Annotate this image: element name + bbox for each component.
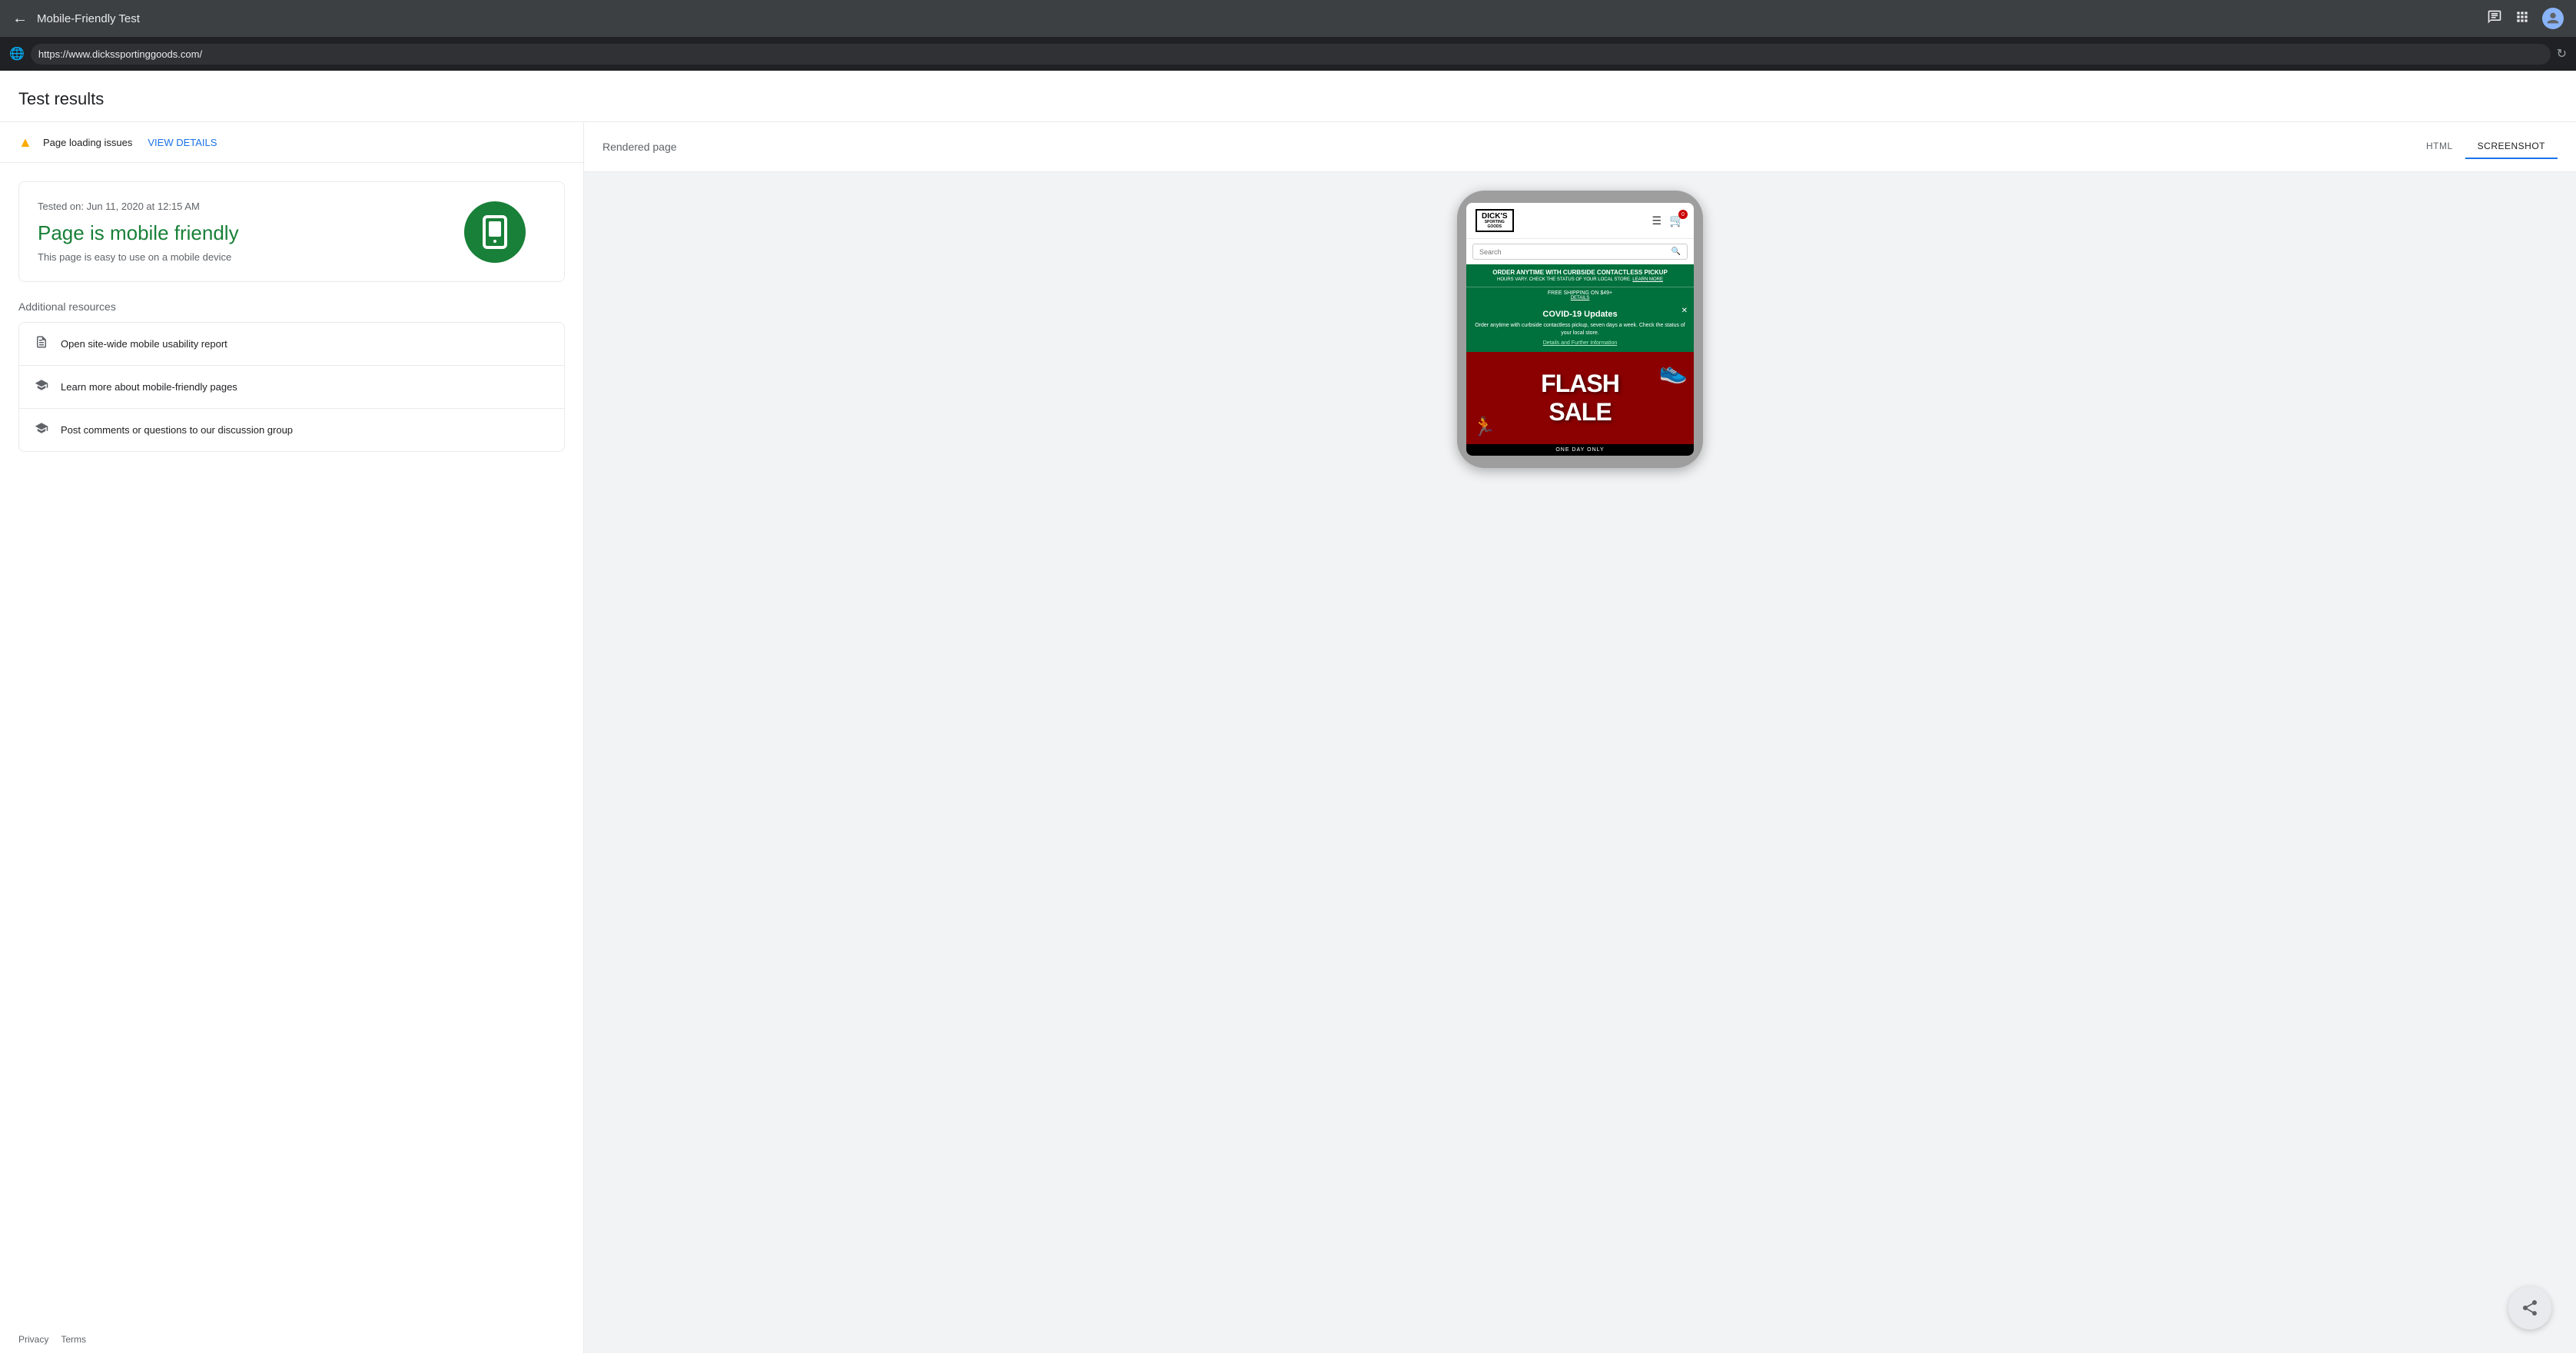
phone-area: DICK'S SPORTING GOODS ☰ 🛒 0 [584, 172, 2576, 1353]
url-input[interactable] [31, 44, 2551, 65]
toolbar: ← Mobile-Friendly Test [0, 0, 2576, 37]
phone-screen: DICK'S SPORTING GOODS ☰ 🛒 0 [1466, 203, 1694, 456]
cart-icon[interactable]: 🛒 0 [1669, 213, 1685, 228]
flash-person: 🏃 [1472, 416, 1495, 438]
view-details-link[interactable]: VIEW DETAILS [148, 137, 217, 148]
dicks-nav-icons: ☰ 🛒 0 [1652, 213, 1685, 228]
avatar[interactable] [2542, 8, 2564, 29]
mobile-friendly-icon [464, 201, 526, 263]
alert-bar: Page loading issues VIEW DETAILS [0, 122, 583, 163]
resource-list: Open site-wide mobile usability report L… [18, 322, 565, 452]
dicks-covid-banner: ✕ COVID-19 Updates Order anytime with cu… [1466, 304, 1694, 352]
rendered-header: Rendered page HTML SCREENSHOT [584, 122, 2576, 172]
curbside-sub: HOURS VARY. CHECK THE STATUS OF YOUR LOC… [1472, 277, 1688, 282]
dicks-search-input[interactable] [1479, 248, 1671, 256]
warning-icon [18, 134, 34, 150]
phone-device: DICK'S SPORTING GOODS ☰ 🛒 0 [1457, 191, 1703, 468]
result-info: Tested on: Jun 11, 2020 at 12:15 AM Page… [19, 182, 426, 281]
url-bar: 🌐 ↻ [0, 37, 2576, 71]
learn-icon [35, 378, 48, 396]
share-fab[interactable] [2508, 1286, 2551, 1329]
toolbar-icons [2487, 8, 2564, 29]
tab-buttons: HTML SCREENSHOT [2414, 134, 2558, 159]
apps-icon[interactable] [2515, 9, 2530, 28]
main-content: Test results Page loading issues VIEW DE… [0, 71, 2576, 1354]
toolbar-title: Mobile-Friendly Test [37, 12, 2478, 25]
privacy-link[interactable]: Privacy [18, 1334, 48, 1345]
additional-resources-title: Additional resources [18, 300, 565, 313]
resource-item-discuss[interactable]: Post comments or questions to our discus… [19, 409, 564, 451]
feedback-icon[interactable] [2487, 9, 2502, 28]
resource-item-usability[interactable]: Open site-wide mobile usability report [19, 323, 564, 366]
alert-text: Page loading issues [43, 137, 132, 148]
result-icon-area [426, 182, 564, 281]
tab-html[interactable]: HTML [2414, 134, 2465, 159]
report-icon [35, 335, 48, 353]
back-button[interactable]: ← [12, 10, 28, 28]
discuss-icon [35, 421, 48, 439]
dicks-one-day: ONE DAY ONLY [1466, 444, 1694, 456]
resource-text-usability: Open site-wide mobile usability report [61, 338, 227, 350]
content-split: Page loading issues VIEW DETAILS Tested … [0, 122, 2576, 1353]
right-panel: Rendered page HTML SCREENSHOT DICK'S SPO… [584, 122, 2576, 1353]
covid-text: Order anytime with curbside contactless … [1472, 322, 1688, 337]
hamburger-icon[interactable]: ☰ [1652, 214, 1662, 227]
resource-text-learn: Learn more about mobile-friendly pages [61, 381, 237, 393]
tab-screenshot[interactable]: SCREENSHOT [2465, 134, 2558, 159]
rendered-page-title: Rendered page [603, 141, 677, 153]
result-status: Page is mobile friendly [38, 221, 407, 245]
result-date: Tested on: Jun 11, 2020 at 12:15 AM [38, 201, 407, 212]
flash-sale-title: FLASH SALE [1541, 370, 1619, 426]
dicks-logo: DICK'S SPORTING GOODS [1476, 209, 1514, 232]
page-footer: Privacy Terms [0, 1325, 105, 1354]
learn-more-link[interactable]: LEARN MORE [1632, 277, 1663, 282]
page-title: Test results [18, 89, 2558, 121]
dicks-curbside-banner: ORDER ANYTIME WITH CURBSIDE CONTACTLESS … [1466, 264, 1694, 287]
globe-icon: 🌐 [9, 46, 25, 61]
cart-badge: 0 [1678, 210, 1688, 219]
dicks-search: 🔍 [1472, 244, 1688, 260]
dicks-shipping-banner: FREE SHIPPING ON $49+ DETAILS [1466, 287, 1694, 304]
left-panel: Page loading issues VIEW DETAILS Tested … [0, 122, 584, 1353]
curbside-title: ORDER ANYTIME WITH CURBSIDE CONTACTLESS … [1472, 269, 1688, 276]
covid-link[interactable]: Details and Further Information [1472, 340, 1688, 346]
resource-text-discuss: Post comments or questions to our discus… [61, 424, 293, 436]
covid-close-button[interactable]: ✕ [1681, 307, 1688, 315]
flash-shoe: 👟 [1659, 358, 1688, 385]
refresh-icon[interactable]: ↻ [2557, 46, 2567, 61]
result-card: Tested on: Jun 11, 2020 at 12:15 AM Page… [18, 181, 565, 282]
dicks-header: DICK'S SPORTING GOODS ☰ 🛒 0 [1466, 203, 1694, 239]
terms-link[interactable]: Terms [61, 1334, 86, 1345]
resource-item-learn[interactable]: Learn more about mobile-friendly pages [19, 366, 564, 409]
covid-title: COVID-19 Updates [1472, 310, 1688, 319]
dicks-search-icon[interactable]: 🔍 [1671, 247, 1681, 256]
additional-resources: Additional resources Open site-wide mobi… [18, 300, 565, 452]
page-header: Test results [0, 71, 2576, 122]
dicks-flash-sale: 🏃 FLASH SALE 👟 [1466, 352, 1694, 444]
result-description: This page is easy to use on a mobile dev… [38, 251, 407, 263]
